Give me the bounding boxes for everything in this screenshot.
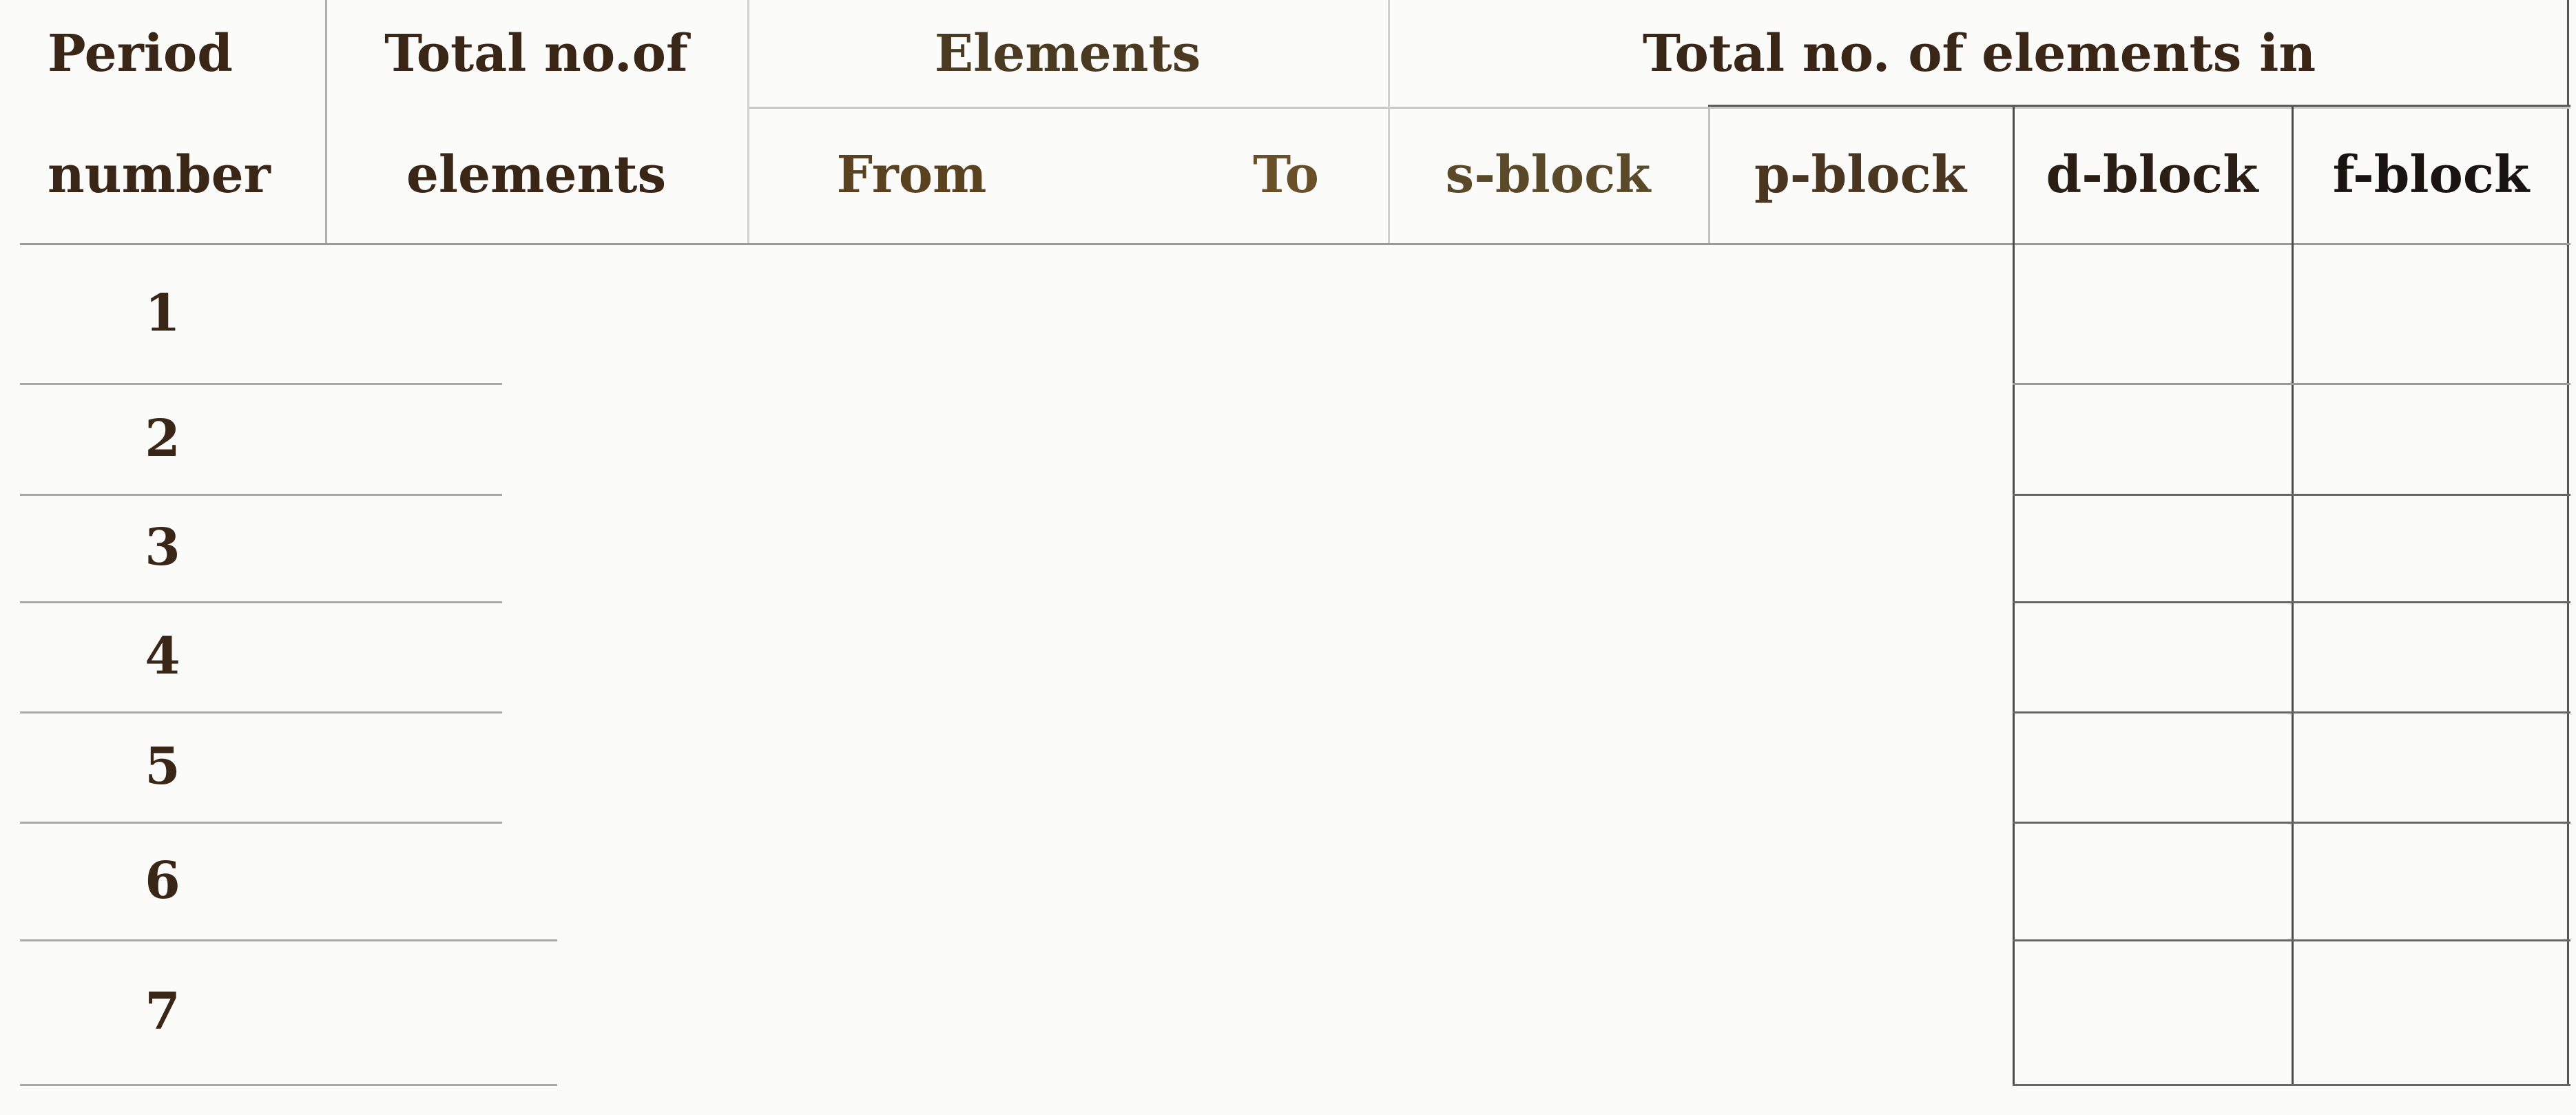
period-2: 2 bbox=[145, 408, 180, 468]
header-total-elements: Total no.of bbox=[384, 23, 688, 83]
header-from: From bbox=[836, 145, 987, 205]
header-d-block: d-block bbox=[2046, 145, 2258, 205]
period-7: 7 bbox=[145, 982, 180, 1041]
period-6: 6 bbox=[145, 851, 180, 910]
header-total-in: Total no. of elements in bbox=[1642, 23, 2316, 83]
header-s-block: s-block bbox=[1445, 145, 1651, 205]
header-p-block: p-block bbox=[1754, 145, 1966, 205]
period-3: 3 bbox=[145, 518, 180, 577]
header-elements: Elements bbox=[934, 23, 1201, 83]
header-elements-count: elements bbox=[406, 145, 667, 205]
period-1: 1 bbox=[145, 283, 180, 343]
header-period: Period bbox=[48, 23, 233, 83]
header-number: number bbox=[48, 145, 271, 205]
header-f-block: f-block bbox=[2332, 145, 2530, 205]
header-to: To bbox=[1253, 145, 1319, 205]
period-4: 4 bbox=[145, 627, 180, 686]
period-5: 5 bbox=[145, 737, 180, 796]
